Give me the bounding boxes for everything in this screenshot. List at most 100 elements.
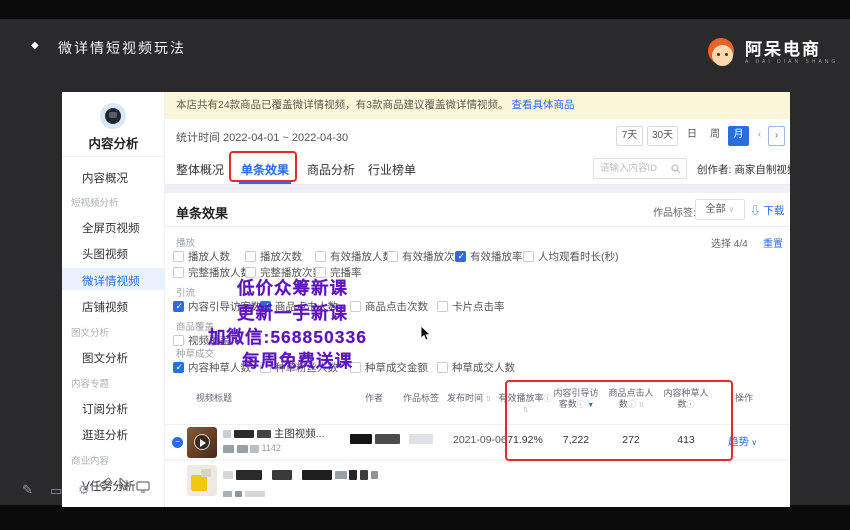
range-30d-button[interactable]: 30天: [647, 126, 678, 146]
redacted-text: [223, 430, 231, 438]
redacted-text: [409, 434, 433, 444]
checkbox-icon[interactable]: [173, 251, 184, 262]
row-divider: [165, 459, 790, 461]
table-header-divider: [165, 424, 790, 425]
video-thumbnail[interactable]: [187, 427, 217, 458]
settings-gear-icon[interactable]: ⚙: [78, 482, 90, 498]
trend-action[interactable]: 趋势 ∨: [728, 434, 757, 449]
mouse-cursor-icon: [420, 326, 432, 342]
checkbox-icon[interactable]: [245, 251, 256, 262]
guided-visitors-cell: 7,222: [550, 434, 602, 446]
download-button[interactable]: ⇩ 下载: [750, 203, 784, 218]
redacted-image: [191, 475, 207, 491]
sidebar-section-short-video: 短视频分析: [71, 195, 119, 209]
range-7d-button[interactable]: 7天: [616, 126, 643, 146]
checkbox-card-click-rate[interactable]: 卡片点击率: [437, 299, 505, 314]
checkbox-checked-icon[interactable]: [173, 301, 184, 312]
col-header-tag[interactable]: 作品标签: [397, 393, 445, 404]
cursor-tool-icon[interactable]: [119, 478, 130, 491]
col-header-video-title[interactable]: 视频标题: [196, 393, 232, 404]
sidebar-item-header-video[interactable]: 头图视频: [82, 246, 128, 262]
tab-single-item[interactable]: 单条效果: [241, 161, 289, 178]
screen-share-icon[interactable]: [136, 481, 150, 493]
checkbox-play-count[interactable]: 播放次数: [245, 249, 302, 264]
checkbox-checked-icon[interactable]: [173, 362, 184, 373]
checkbox-icon[interactable]: [437, 362, 448, 373]
next-period-button[interactable]: ›: [768, 126, 785, 146]
play-icon[interactable]: [194, 434, 210, 450]
range-day-button[interactable]: 日: [682, 126, 702, 146]
checkbox-valid-play-count[interactable]: 有效播放次数: [387, 249, 465, 264]
sort-icon[interactable]: ⇅: [523, 407, 528, 414]
content-id-search-input[interactable]: 请输入内容ID: [593, 158, 687, 179]
checkbox-product-click-count[interactable]: 商品点击次数: [350, 299, 428, 314]
redacted-text: [371, 471, 378, 479]
tab-overall[interactable]: 整体概况: [176, 161, 224, 178]
pencil-icon[interactable]: ✎: [22, 482, 33, 498]
checkbox-icon[interactable]: [315, 251, 326, 262]
sidebar-item-shop-video[interactable]: 店铺视频: [82, 299, 128, 315]
search-icon[interactable]: [671, 164, 681, 174]
checkbox-valid-play-users[interactable]: 有效播放人数: [315, 249, 393, 264]
redacted-text: [223, 471, 233, 479]
prev-period-button[interactable]: ‹: [753, 126, 766, 146]
redacted-text: [257, 430, 271, 438]
creator-filter-label[interactable]: 创作者: 商家自制视频: [697, 162, 790, 177]
sort-icon[interactable]: ⇅: [638, 402, 643, 409]
col-header-publish-date[interactable]: 发布时间 ⇅: [447, 393, 490, 405]
info-icon[interactable]: ⓘ: [577, 400, 585, 409]
checkbox-icon[interactable]: [173, 267, 184, 278]
col-header-guided-visitors[interactable]: 内容引导访客数ⓘ ▼: [550, 388, 602, 411]
slide-title: 微详情短视频玩法: [58, 38, 186, 58]
sort-icon[interactable]: ⇅: [486, 396, 491, 403]
info-icon[interactable]: ⓘ: [687, 400, 695, 409]
video-meta-cell: 1142: [223, 443, 281, 453]
rectangle-tool-icon[interactable]: ▭: [50, 483, 62, 499]
sidebar-item-fullscreen-video[interactable]: 全屏页视频: [82, 220, 140, 236]
range-month-button[interactable]: 月: [728, 126, 749, 146]
checkbox-icon[interactable]: [437, 301, 448, 312]
reset-button[interactable]: 重置: [763, 235, 783, 250]
row-expand-toggle[interactable]: −: [172, 437, 183, 448]
active-tab-underline: [239, 182, 291, 184]
chevron-down-icon: ∨: [749, 438, 757, 447]
checkbox-content-seed-users[interactable]: 内容种草人数: [173, 360, 251, 375]
sidebar-item-image-text-analysis[interactable]: 图文分析: [82, 350, 128, 366]
col-header-product-clicks[interactable]: 商品点击人数ⓘ ⇅: [605, 388, 657, 411]
checkbox-icon[interactable]: [387, 251, 398, 262]
checkbox-avg-watch-time[interactable]: 人均观看时长(秒): [523, 249, 619, 264]
sidebar-item-guangguang-analysis[interactable]: 逛逛分析: [82, 427, 128, 443]
checkbox-checked-icon[interactable]: [455, 251, 466, 262]
checkbox-icon[interactable]: [350, 301, 361, 312]
sidebar-item-content-overview[interactable]: 内容概况: [82, 170, 128, 186]
video-meta-count: 1142: [262, 443, 281, 453]
section-gap: [165, 185, 790, 193]
range-week-button[interactable]: 周: [705, 126, 725, 146]
sidebar-item-subscribe-analysis[interactable]: 订阅分析: [82, 401, 128, 417]
view-products-link[interactable]: 查看具体商品: [511, 99, 574, 111]
checkbox-icon[interactable]: [523, 251, 534, 262]
tab-industry-ranking[interactable]: 行业榜单: [368, 161, 416, 178]
info-icon[interactable]: ⓘ: [628, 400, 636, 409]
redacted-text: [360, 470, 368, 480]
sort-desc-icon[interactable]: ▼: [587, 402, 593, 409]
tab-bar: 整体概况 单条效果 商品分析 行业榜单 请输入内容ID 创作者: 商家自制视频: [165, 152, 790, 185]
col-header-valid-play-rate[interactable]: 有效播放率ⓘ ⇅: [497, 393, 553, 416]
checkbox-seed-buyers[interactable]: 种草成交人数: [437, 360, 515, 375]
video-title-cell: [223, 469, 378, 481]
redacted-text: [272, 470, 292, 480]
brand-logo: 阿呆电商 A DAI DIAN SHANG: [708, 38, 838, 68]
checkbox-valid-play-rate[interactable]: 有效播放率: [455, 249, 523, 264]
video-thumbnail[interactable]: [187, 465, 217, 496]
col-header-author[interactable]: 作者: [354, 393, 394, 404]
checkbox-icon[interactable]: [173, 335, 184, 346]
col-header-seed-users[interactable]: 内容种草人数ⓘ: [660, 388, 712, 410]
checkbox-seed-gmv[interactable]: 种草成交金额: [350, 360, 428, 375]
tab-product-analysis[interactable]: 商品分析: [307, 161, 355, 178]
sidebar-title: 内容分析: [62, 133, 165, 152]
checkbox-play-users[interactable]: 播放人数: [173, 249, 230, 264]
tag-filter-dropdown[interactable]: 全部 ∨: [695, 199, 745, 220]
redacted-text: [375, 434, 400, 444]
col-header-actions: 操作: [735, 393, 753, 404]
sidebar-item-micro-detail-video[interactable]: 微详情视频: [82, 273, 140, 289]
